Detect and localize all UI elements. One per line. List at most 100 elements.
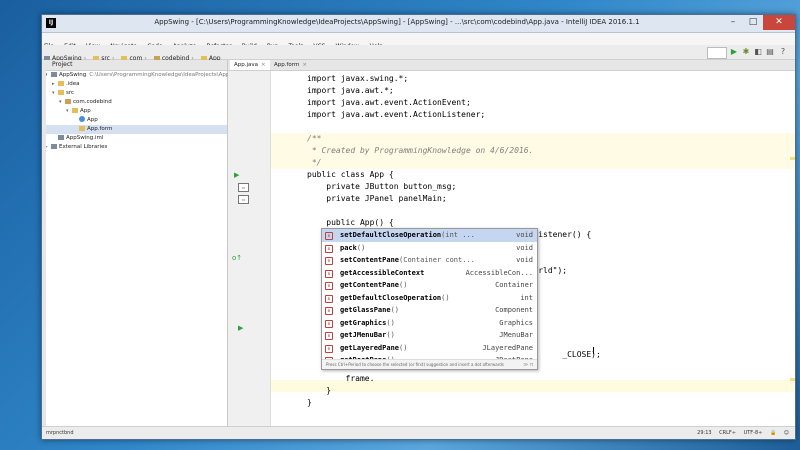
code-line[interactable]: */	[307, 157, 322, 169]
method-icon: m	[325, 269, 333, 278]
method-icon: m	[325, 257, 333, 265]
completion-item-name: getJMenuBar()	[340, 329, 395, 342]
tree-item-label: com.codebind	[73, 99, 112, 105]
form-binding-icon[interactable]: ▭	[238, 195, 249, 204]
project-panel-header[interactable]: Project	[42, 60, 227, 71]
run-config-select[interactable]	[707, 47, 727, 59]
method-name: getJMenuBar	[340, 331, 387, 339]
tree-item[interactable]: ▾ AppSwing C:\Users\ProgrammingKnowledge\I…	[42, 71, 246, 80]
scrollbar-marker[interactable]	[790, 157, 795, 160]
code-line[interactable]: /**	[307, 133, 321, 145]
status-bar: mrpnctbnd 29:13 CRLF÷ UTF-8÷ 🔒 ☺	[42, 426, 795, 439]
method-params: ()	[386, 318, 395, 327]
code-line[interactable]: private JButton button_msg;	[307, 181, 456, 193]
run-main-icon[interactable]: ▶	[238, 324, 243, 332]
maximize-button[interactable]: □	[743, 15, 763, 30]
tree-item[interactable]: ▾ com.codebind	[42, 98, 227, 107]
tab-app-form[interactable]: App.form ×	[270, 60, 311, 70]
close-tab-icon[interactable]: ×	[261, 62, 266, 68]
tree-item-label: App.form	[87, 126, 113, 132]
run-class-icon[interactable]: ▶	[234, 171, 239, 179]
folder-icon	[58, 90, 64, 95]
code-completion-popup[interactable]: m setDefaultCloseOperation(int ... void m pa…	[321, 228, 538, 370]
editor-tab-bar: App.java × App.form ×	[228, 60, 795, 71]
code-line[interactable]: frame.	[307, 373, 375, 385]
minimize-button[interactable]: –	[723, 15, 743, 30]
method-name: getContentPane	[340, 281, 400, 289]
completion-item-name: pack()	[340, 242, 365, 255]
project-panel: Project ▾ AppSwing C:\Users\ProgrammingKno…	[42, 60, 246, 426]
left-tool-strip	[42, 60, 46, 426]
menu-bar: File Edit View Navigate Code Analyze Ref…	[42, 33, 795, 50]
file-encoding[interactable]: UTF-8÷	[744, 430, 763, 436]
tree-item-path: C:\Users\ProgrammingKnowledge\IdeaProjec…	[89, 72, 246, 78]
completion-item-name: getContentPane()	[340, 279, 407, 292]
completion-hint: Press Ctrl+Period to choose the selected…	[322, 359, 537, 369]
code-line[interactable]: import javax.swing.*;	[307, 73, 408, 85]
completion-item[interactable]: m getGraphics() Graphics	[322, 317, 537, 330]
tab-app-java[interactable]: App.java ×	[230, 60, 270, 70]
code-line[interactable]: import java.awt.*;	[307, 85, 394, 97]
completion-hint-text: Press Ctrl+Period to choose the selected…	[326, 362, 504, 367]
tree-item[interactable]: ▸ External Libraries	[42, 143, 227, 152]
tree-item[interactable]: AppSwing.iml	[42, 134, 227, 143]
scrollbar-marker[interactable]	[790, 378, 795, 381]
code-line[interactable]: * Created by ProgrammingKnowledge on 4/6…	[307, 145, 534, 157]
line-separator[interactable]: CRLF÷	[719, 430, 736, 436]
method-params: ()	[399, 343, 408, 352]
method-params: ()	[390, 306, 400, 314]
completion-item[interactable]: m setDefaultCloseOperation(int ... void	[322, 229, 537, 242]
tree-item[interactable]: ▾ src	[42, 89, 227, 98]
title-bar: IJ AppSwing - [C:\Users\ProgrammingKnowl…	[42, 15, 795, 33]
tree-item-label: AppSwing.iml	[66, 135, 104, 141]
code-line[interactable]: private JPanel panelMain;	[307, 193, 446, 205]
close-tab-icon[interactable]: ×	[302, 62, 307, 68]
tab-label: App.form	[274, 62, 300, 68]
run-icon[interactable]: ▶	[729, 47, 739, 57]
lock-icon[interactable]: 🔒	[770, 430, 776, 436]
hector-icon[interactable]: ☺	[784, 430, 789, 436]
code-line[interactable]: public class App {	[307, 169, 394, 181]
code-line[interactable]: import java.awt.event.ActionEvent;	[307, 97, 471, 109]
help-icon[interactable]: ?	[777, 47, 789, 57]
code-line[interactable]: }	[307, 385, 331, 397]
caret-position[interactable]: 29:13	[697, 430, 711, 436]
completion-item[interactable]: m pack() void	[322, 242, 537, 255]
coverage-icon[interactable]: ◧	[753, 47, 763, 57]
completion-item[interactable]: m getGlassPane() Component	[322, 304, 537, 317]
completion-hint-extra[interactable]: ≫ π	[523, 360, 533, 369]
folder-icon	[58, 81, 64, 86]
return-type: Component	[495, 306, 533, 314]
override-icon[interactable]: o↑	[232, 254, 242, 262]
folder-icon	[72, 108, 78, 113]
form-binding-icon[interactable]: ▭	[238, 183, 249, 192]
completion-item[interactable]: m getAccessibleContext AccessibleCon...	[322, 267, 537, 280]
tree-item[interactable]: ▸ .idea	[42, 80, 227, 89]
completion-item[interactable]: m getLayeredPane() JLayeredPane	[322, 342, 537, 355]
code-line[interactable]: import java.awt.event.ActionListener;	[307, 109, 485, 121]
method-params: ()	[386, 331, 395, 339]
editor-gutter[interactable]: ▶ ▭ ▭ o↑ ▶	[228, 71, 271, 426]
tree-item[interactable]: ▾ App	[42, 107, 227, 116]
method-name: getGlassPane	[340, 306, 391, 314]
completion-item[interactable]: m getJMenuBar() JMenuBar	[322, 329, 537, 342]
return-type: void	[516, 243, 533, 252]
tree-item[interactable]: App	[42, 116, 227, 125]
return-type: JMenuBar	[499, 331, 533, 339]
structure-icon[interactable]: ▤	[765, 47, 775, 57]
completion-item[interactable]: m getContentPane() Container	[322, 279, 537, 292]
intellij-app-icon: IJ	[46, 18, 56, 28]
tree-item[interactable]: App.form	[42, 125, 227, 134]
method-name: getLayeredPane	[340, 343, 400, 352]
debug-icon[interactable]: ✱	[741, 47, 751, 57]
close-button[interactable]: ✕	[763, 15, 795, 30]
completion-item[interactable]: m setContentPane(Container cont... void	[322, 254, 537, 267]
code-line[interactable]: }	[307, 397, 312, 409]
package-icon	[65, 99, 71, 104]
completion-item-name: getDefaultCloseOperation()	[340, 292, 450, 305]
method-icon: m	[325, 294, 333, 303]
completion-item-name: getLayeredPane()	[340, 342, 407, 355]
completion-list: m setDefaultCloseOperation(int ... void m pa…	[322, 229, 537, 367]
tree-item-label: App	[87, 117, 98, 123]
completion-item[interactable]: m getDefaultCloseOperation() int	[322, 292, 537, 305]
